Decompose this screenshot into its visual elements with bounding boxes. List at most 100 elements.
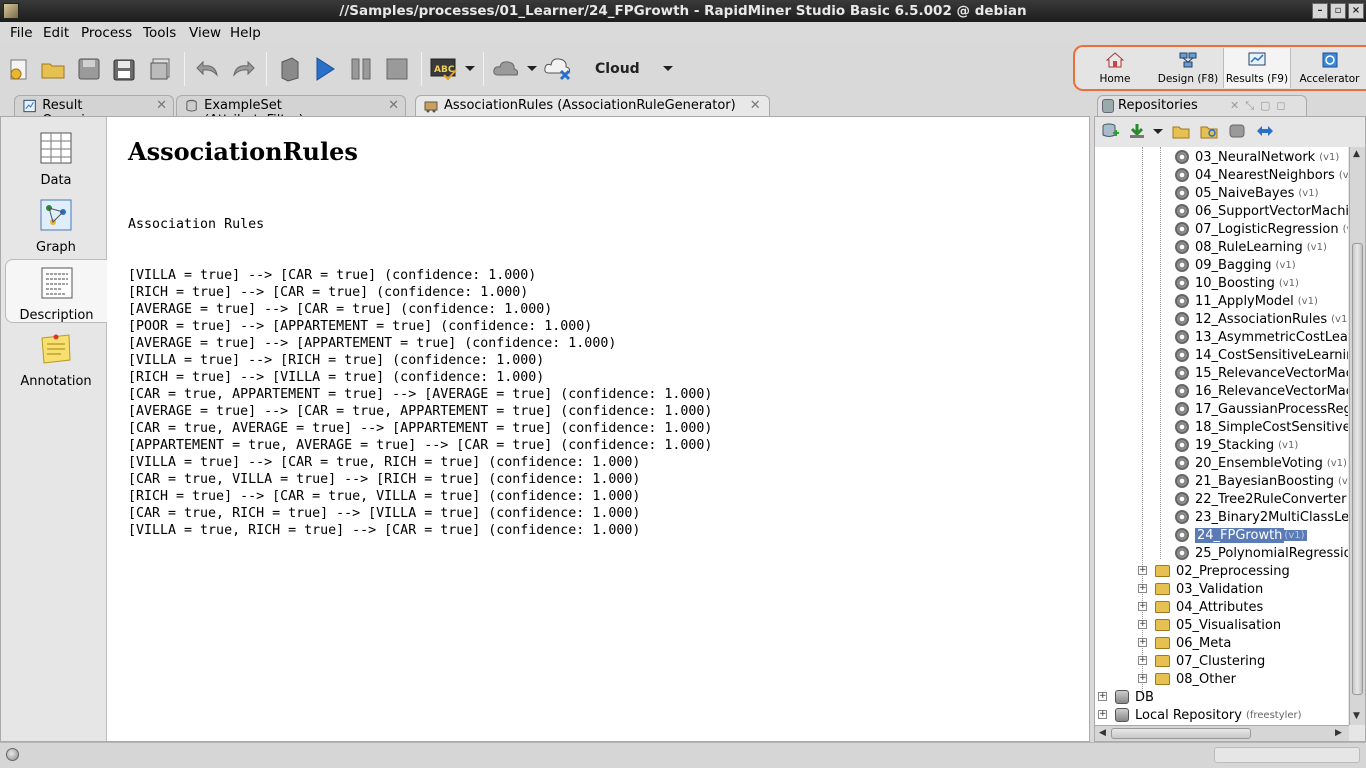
process-item[interactable]: 14_CostSensitiveLearnin [1175, 346, 1348, 364]
save-icon[interactable] [74, 54, 104, 84]
scroll-down-icon[interactable]: ▼ [1353, 711, 1360, 721]
scroll-left-icon[interactable]: ◀ [1099, 728, 1106, 738]
export-icon[interactable] [146, 54, 176, 84]
cloud-run-icon[interactable] [491, 54, 521, 84]
open-icon[interactable] [38, 54, 68, 84]
description-view-button[interactable]: Description [5, 259, 107, 323]
import-dropdown[interactable] [1153, 129, 1163, 134]
scroll-right-icon[interactable]: ▶ [1335, 728, 1342, 738]
spellcheck-dropdown[interactable] [465, 66, 475, 71]
redo-icon[interactable] [228, 54, 258, 84]
process-item[interactable]: 11_ApplyModel (v1) [1175, 292, 1318, 310]
process-item[interactable]: 12_AssociationRules(v1) [1175, 310, 1348, 328]
folder-item[interactable]: 04_Attributes [1155, 598, 1263, 616]
process-item[interactable]: 24_FPGrowth (v1) [1175, 526, 1307, 544]
expand-toggle-icon[interactable]: + [1098, 710, 1107, 719]
process-item[interactable]: 08_RuleLearning (v1) [1175, 238, 1327, 256]
expand-toggle-icon[interactable]: + [1138, 602, 1147, 611]
expand-toggle-icon[interactable]: + [1138, 638, 1147, 647]
folder-item[interactable]: 08_Other [1155, 670, 1236, 688]
expand-toggle-icon[interactable]: + [1138, 674, 1147, 683]
expand-toggle-icon[interactable]: + [1138, 584, 1147, 593]
expand-toggle-icon[interactable]: + [1138, 566, 1147, 575]
process-item[interactable]: 04_NearestNeighbors(v1) [1175, 166, 1348, 184]
process-item[interactable]: 07_LogisticRegression(v1) [1175, 220, 1348, 238]
process-item[interactable]: 05_NaiveBayes (v1) [1175, 184, 1318, 202]
graph-view-button[interactable]: Graph [5, 192, 107, 256]
spellcheck-icon[interactable]: ABC [429, 54, 459, 84]
new-process-icon[interactable] [4, 54, 34, 84]
refresh-folder-icon[interactable] [1200, 123, 1218, 139]
scroll-up-icon[interactable]: ▲ [1353, 149, 1360, 159]
expand-toggle-icon[interactable]: + [1098, 692, 1107, 701]
open-folder-icon[interactable] [1172, 123, 1190, 139]
panel-controls-icon[interactable]: ✕⤡▢◻ [1230, 99, 1292, 113]
close-window-button[interactable]: × [1348, 3, 1364, 19]
menu-tools[interactable]: Tools [143, 25, 176, 41]
pause-icon[interactable] [346, 54, 376, 84]
repository-root[interactable]: Local Repository (freestyler) [1115, 706, 1302, 724]
expand-toggle-icon[interactable]: + [1138, 620, 1147, 629]
minimize-button[interactable]: – [1312, 3, 1328, 19]
tab-result-overview[interactable]: Result Overview ✕ [14, 95, 174, 128]
expand-toggle-icon[interactable]: + [1138, 656, 1147, 665]
process-item[interactable]: 19_Stacking (v1) [1175, 436, 1298, 454]
cloud-dropdown[interactable] [663, 66, 673, 71]
folder-item[interactable]: 02_Preprocessing [1155, 562, 1290, 580]
scrollbar-thumb[interactable] [1352, 243, 1363, 695]
folder-item[interactable]: 03_Validation [1155, 580, 1263, 598]
accelerator-perspective-button[interactable]: Accelerator [1291, 48, 1366, 88]
import-icon[interactable] [1128, 123, 1146, 139]
undo-icon[interactable] [193, 54, 223, 84]
annotation-view-button[interactable]: Annotation [5, 326, 107, 390]
close-tab-icon[interactable]: ✕ [388, 98, 399, 113]
tab-association-rules[interactable]: AssociationRules (AssociationRuleGenerat… [415, 95, 770, 116]
delete-icon[interactable] [1228, 123, 1246, 139]
process-item[interactable]: 23_Binary2MultiClassLea [1175, 508, 1348, 526]
process-item[interactable]: 03_NeuralNetwork (v1) [1175, 148, 1339, 166]
repository-root[interactable]: DB [1115, 688, 1154, 706]
save-as-icon[interactable] [110, 54, 140, 84]
repository-vertical-scrollbar[interactable]: ▲ ▼ [1349, 147, 1365, 725]
process-item[interactable]: 16_RelevanceVectorMac [1175, 382, 1348, 400]
repository-horizontal-scrollbar[interactable]: ◀ ▶ [1095, 725, 1349, 741]
design-perspective-button[interactable]: Design (F8) [1153, 48, 1223, 88]
menu-view[interactable]: View [189, 25, 221, 41]
run-icon[interactable] [310, 54, 340, 84]
close-tab-icon[interactable]: ✕ [156, 98, 167, 113]
close-tab-icon[interactable]: ✕ [750, 98, 761, 113]
folder-item[interactable]: 05_Visualisation [1155, 616, 1281, 634]
tab-repositories[interactable]: Repositories ✕⤡▢◻ [1097, 95, 1307, 116]
menu-edit[interactable]: Edit [43, 25, 69, 41]
data-view-button[interactable]: Data [5, 125, 107, 189]
process-item[interactable]: 06_SupportVectorMachin [1175, 202, 1348, 220]
results-perspective-button[interactable]: Results (F9) [1223, 48, 1291, 88]
tab-exampleset[interactable]: ExampleSet (AttributeFilter) ✕ [176, 95, 406, 128]
stop-icon[interactable] [382, 54, 412, 84]
cloud-disconnected-icon[interactable] [543, 54, 573, 84]
process-item[interactable]: 20_EnsembleVoting (v1) [1175, 454, 1347, 472]
folder-item[interactable]: 07_Clustering [1155, 652, 1265, 670]
process-item[interactable]: 10_Boosting (v1) [1175, 274, 1299, 292]
database-icon [1115, 690, 1129, 704]
process-item[interactable]: 22_Tree2RuleConverter(v1) [1175, 490, 1348, 508]
menu-process[interactable]: Process [81, 25, 132, 41]
process-item[interactable]: 17_GaussianProcessReg [1175, 400, 1348, 418]
process-item[interactable]: 09_Bagging (v1) [1175, 256, 1296, 274]
process-item[interactable]: 18_SimpleCostSensitiveL [1175, 418, 1348, 436]
cloud-run-dropdown[interactable] [527, 66, 537, 71]
process-item[interactable]: 13_AsymmetricCostLearn [1175, 328, 1348, 346]
menu-help[interactable]: Help [230, 25, 261, 41]
folder-item[interactable]: 06_Meta [1155, 634, 1231, 652]
scrollbar-thumb[interactable] [1111, 728, 1251, 739]
menu-file[interactable]: File [10, 25, 33, 41]
resume-icon[interactable] [275, 54, 305, 84]
cloud-label[interactable]: Cloud [595, 61, 640, 77]
process-item[interactable]: 21_BayesianBoosting(v1) [1175, 472, 1348, 490]
maximize-button[interactable]: ▫ [1330, 3, 1346, 19]
add-repository-icon[interactable] [1101, 123, 1119, 139]
process-item[interactable]: 25_PolynomialRegression [1175, 544, 1348, 562]
link-with-process-icon[interactable] [1256, 123, 1274, 139]
process-item[interactable]: 15_RelevanceVectorMac [1175, 364, 1348, 382]
home-perspective-button[interactable]: Home [1077, 48, 1153, 88]
